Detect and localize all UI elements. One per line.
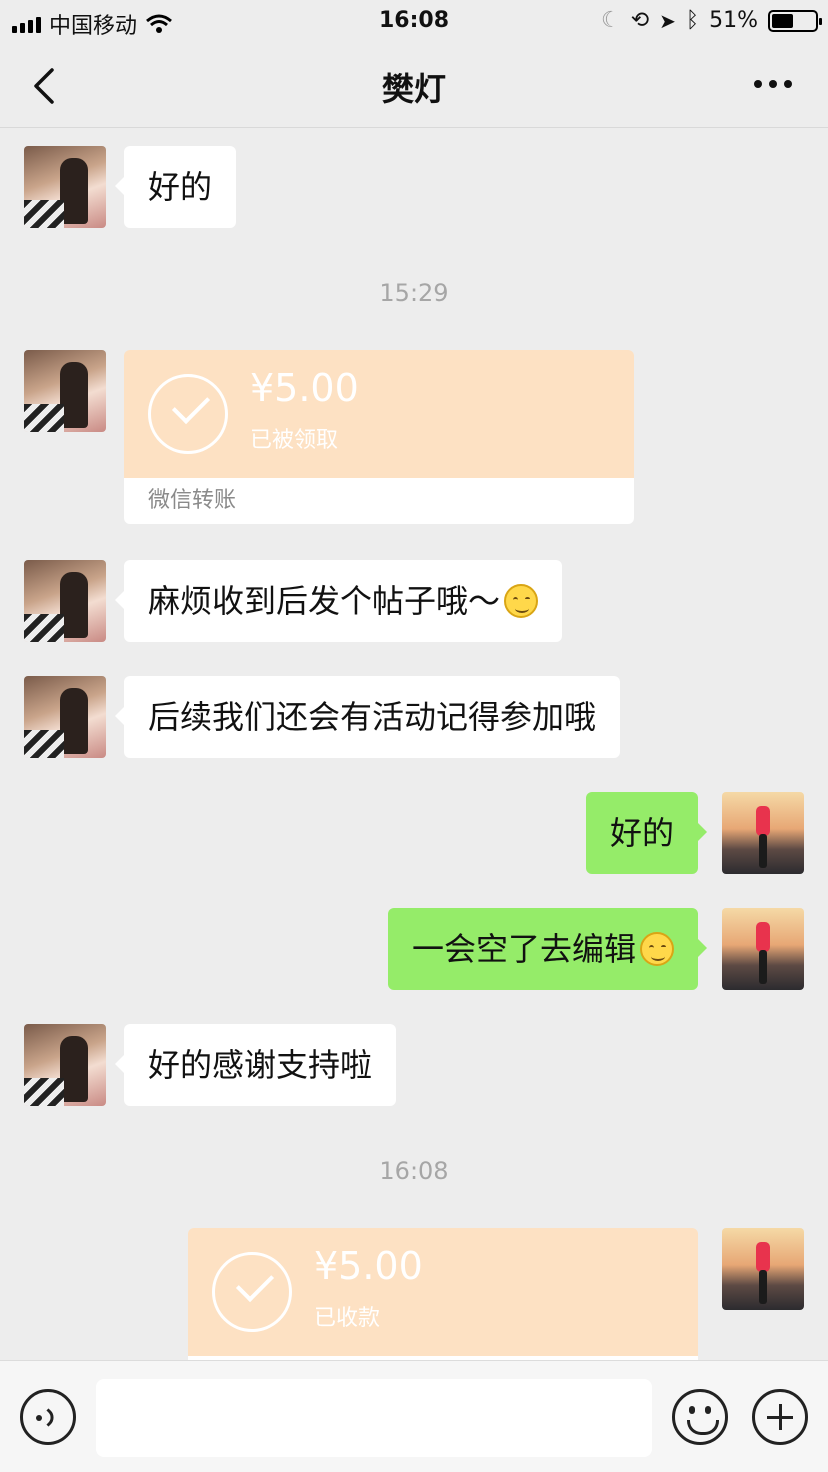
check-circle-icon <box>148 374 228 454</box>
timestamp: 15:29 <box>379 279 449 307</box>
transfer-amount: ¥5.00 <box>314 1244 423 1288</box>
message-input[interactable] <box>96 1379 652 1457</box>
message-outgoing-transfer: ¥5.00 已收款 <box>0 1228 828 1360</box>
status-bar: 中国移动 16:08 ☾ ⟲ ➤ ᛒ 51% <box>0 0 828 42</box>
message-text: 好的 <box>148 168 213 206</box>
moon-icon: ☾ <box>600 8 621 33</box>
message-incoming: 好的 <box>0 146 828 228</box>
avatar[interactable] <box>722 908 804 990</box>
check-circle-icon <box>212 1252 292 1332</box>
message-text: 后续我们还会有活动记得参加哦 <box>148 698 597 736</box>
message-bubble[interactable]: 后续我们还会有活动记得参加哦 <box>114 676 621 758</box>
message-outgoing: 一会空了去编辑 <box>0 908 828 990</box>
avatar[interactable] <box>24 560 106 642</box>
message-bubble[interactable]: 麻烦收到后发个帖子哦～ <box>114 560 563 642</box>
more-icon[interactable] <box>754 80 792 88</box>
message-incoming-transfer: ¥5.00 已被领取 微信转账 <box>0 350 828 526</box>
transfer-card[interactable]: ¥5.00 已收款 <box>188 1228 698 1360</box>
avatar[interactable] <box>24 676 106 758</box>
message-text: 麻烦收到后发个帖子哦～ <box>148 582 501 620</box>
input-bar <box>0 1360 828 1472</box>
transfer-footer: 微信转账 <box>124 478 634 524</box>
avatar[interactable] <box>24 1024 106 1106</box>
transfer-card-top: ¥5.00 已被领取 <box>124 350 634 478</box>
bluetooth-icon: ᛒ <box>685 8 700 33</box>
chat-header: 樊灯 <box>0 42 828 128</box>
location-icon: ➤ <box>659 8 676 33</box>
transfer-amount: ¥5.00 <box>250 366 359 410</box>
message-incoming: 后续我们还会有活动记得参加哦 <box>0 676 828 758</box>
avatar[interactable] <box>24 146 106 228</box>
message-incoming: 麻烦收到后发个帖子哦～ <box>0 560 828 642</box>
transfer-card-top: ¥5.00 已收款 <box>188 1228 698 1356</box>
message-bubble[interactable]: 好的感谢支持啦 <box>114 1024 397 1106</box>
message-bubble[interactable]: 一会空了去编辑 <box>387 908 708 990</box>
battery-percent: 51% <box>709 8 758 33</box>
message-text: 好的感谢支持啦 <box>148 1046 373 1084</box>
chat-title: 樊灯 <box>381 70 446 108</box>
plus-icon[interactable] <box>752 1389 808 1445</box>
smile-emoji-icon <box>504 584 539 618</box>
transfer-status: 已被领取 <box>250 428 339 453</box>
emoji-icon[interactable] <box>672 1389 728 1445</box>
avatar[interactable] <box>722 792 804 874</box>
status-right: ☾ ⟲ ➤ ᛒ 51% <box>600 8 822 33</box>
avatar[interactable] <box>722 1228 804 1310</box>
message-text: 好的 <box>609 814 674 852</box>
battery-icon <box>768 9 822 32</box>
smile-emoji-icon <box>640 932 674 966</box>
message-outgoing: 好的 <box>0 792 828 874</box>
voice-icon[interactable] <box>20 1389 76 1445</box>
chat-area[interactable]: 好的 15:29 ¥5.00 已被领取 微信转账 麻烦收到后发个帖子哦～ 后续我… <box>0 129 828 1360</box>
battery-level <box>772 13 794 28</box>
avatar[interactable] <box>24 350 106 432</box>
message-bubble[interactable]: 好的 <box>585 792 708 874</box>
timestamp: 16:08 <box>379 1157 449 1185</box>
message-bubble[interactable]: 好的 <box>114 146 237 228</box>
rotation-lock-icon: ⟲ <box>630 8 650 33</box>
message-text: 一会空了去编辑 <box>411 930 636 968</box>
transfer-card[interactable]: ¥5.00 已被领取 微信转账 <box>124 350 634 524</box>
message-incoming: 好的感谢支持啦 <box>0 1024 828 1106</box>
transfer-status: 已收款 <box>314 1306 381 1331</box>
